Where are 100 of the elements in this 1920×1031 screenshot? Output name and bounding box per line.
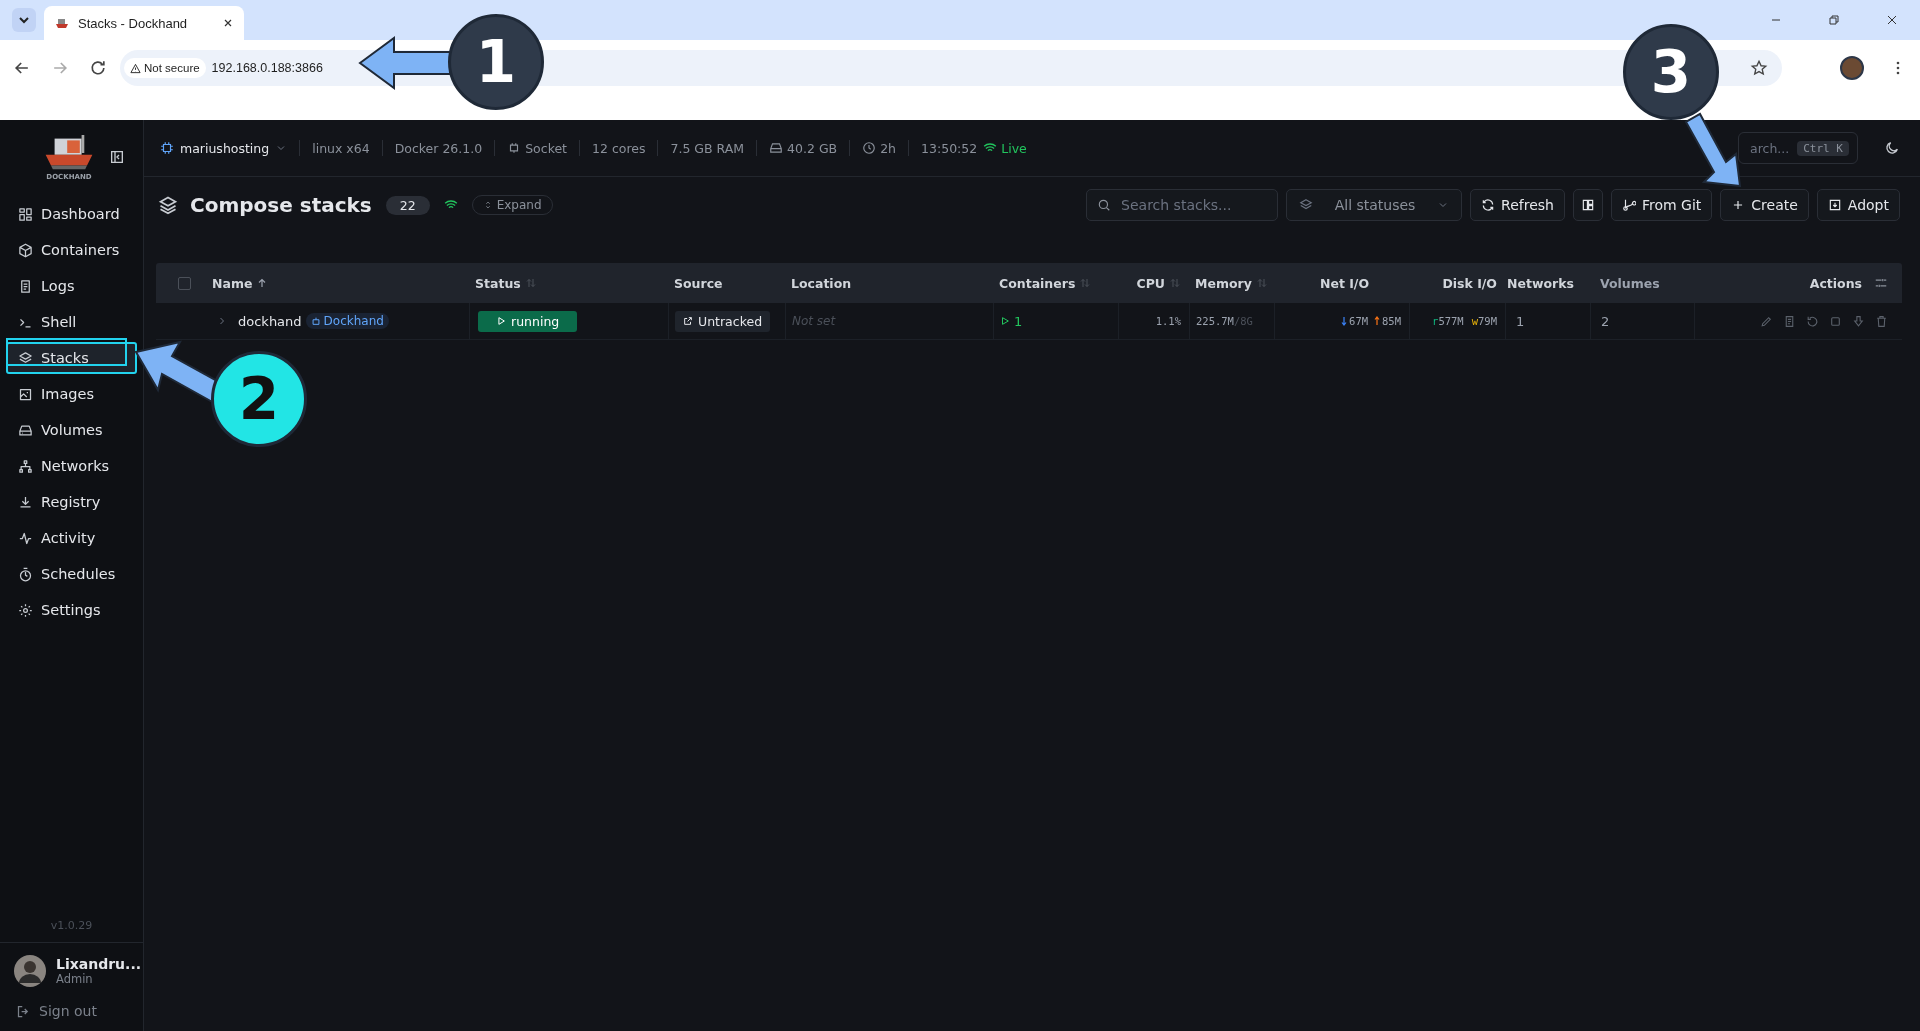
system-stat: Socket	[525, 140, 567, 156]
select-all-checkbox[interactable]	[177, 276, 191, 290]
sidebar-item[interactable]: Activity	[6, 522, 137, 554]
column-header: Source	[674, 275, 723, 291]
warning-icon	[130, 62, 141, 74]
sidebar-item[interactable]: Stacks	[6, 342, 137, 374]
layers-icon	[158, 195, 178, 215]
sidebar-item[interactable]: Logs	[6, 270, 137, 302]
chip-icon	[160, 141, 174, 155]
sidebar-item[interactable]: Networks	[6, 450, 137, 482]
network-icon	[18, 458, 33, 474]
layers-icon	[18, 350, 33, 366]
toolbar-button[interactable]: Adopt	[1816, 189, 1900, 221]
moon-icon[interactable]	[1884, 140, 1900, 156]
system-stat: 12 cores	[592, 140, 646, 156]
restart-icon[interactable]	[1806, 314, 1819, 328]
sidebar-item[interactable]: Settings	[6, 594, 137, 626]
avatar-icon	[14, 955, 46, 987]
browser-tab[interactable]: Stacks - Dockhand	[44, 6, 244, 40]
sidebar-item[interactable]: Registry	[6, 486, 137, 518]
host-selector[interactable]: mariushosting	[160, 140, 288, 156]
images-icon	[18, 386, 33, 402]
system-stat: 13:50:52	[921, 140, 978, 156]
tag-badge: Dockhand	[305, 313, 389, 329]
column-header[interactable]: Containers	[999, 275, 1076, 291]
system-stat: 40.2 GB	[787, 140, 838, 156]
sidebar-item[interactable]: Containers	[6, 234, 137, 266]
sidebar-item[interactable]: Volumes	[6, 414, 137, 446]
close-icon[interactable]	[222, 17, 234, 29]
column-header: Disk I/O	[1442, 275, 1497, 291]
column-header[interactable]: Name	[212, 275, 253, 291]
toolbar-button[interactable]: Create	[1720, 189, 1809, 221]
toolbar-button[interactable]: Refresh	[1470, 189, 1565, 221]
column-header: Volumes	[1600, 275, 1660, 291]
status-dropdown[interactable]: All statuses	[1286, 189, 1463, 221]
edit-icon[interactable]	[1760, 314, 1773, 328]
networks-cell: 1	[1516, 313, 1525, 329]
live-indicator: Live	[983, 140, 1027, 156]
system-stat: linux x64	[312, 140, 370, 156]
containers-count: 1	[1000, 313, 1023, 329]
step-number-badge: 2	[211, 351, 307, 447]
delete-icon[interactable]	[1875, 314, 1888, 328]
column-header: Location	[791, 275, 852, 291]
cube-icon	[18, 242, 33, 258]
search-field[interactable]: Search stacks...	[1086, 189, 1279, 221]
user-role: Admin	[56, 972, 94, 986]
column-header: Networks	[1507, 275, 1574, 291]
version-text: v1.0.29	[0, 919, 143, 943]
play-icon	[496, 316, 506, 326]
sidebar-toggle-icon[interactable]	[109, 149, 125, 165]
bookmark-star-icon[interactable]	[1750, 59, 1768, 77]
layout-toggle-button[interactable]	[1572, 189, 1603, 221]
cpu-cell: 1.1%	[1155, 315, 1181, 327]
search-field[interactable]: Search stacks...	[1119, 196, 1274, 214]
download-icon	[18, 494, 33, 510]
search-icon	[1097, 198, 1112, 212]
page-title: Compose stacks	[190, 193, 372, 217]
memory-cell: 225.7M/8G	[1196, 315, 1253, 327]
column-settings-icon[interactable]	[1874, 276, 1888, 290]
security-chip[interactable]: Not secure	[124, 58, 206, 78]
clock-icon	[862, 141, 877, 155]
status-badge: running	[478, 310, 578, 332]
stack-name[interactable]: dockhand	[238, 313, 302, 329]
arrow-down-icon	[1341, 315, 1348, 327]
net-out-cell: 85M	[1382, 315, 1401, 327]
sign-out-link[interactable]: Sign out	[0, 995, 143, 1031]
stop-icon[interactable]	[1829, 314, 1842, 328]
toolbar-button[interactable]: From Git	[1610, 189, 1713, 221]
column-header[interactable]: CPU	[1136, 275, 1165, 291]
column-header: Actions	[1809, 275, 1862, 291]
timer-icon	[18, 566, 33, 582]
sidebar-item[interactable]: Schedules	[6, 558, 137, 590]
restore-icon[interactable]	[1826, 12, 1842, 28]
scroll-icon[interactable]	[1783, 314, 1796, 328]
dashboard-icon	[18, 206, 33, 222]
disk-write-cell: w79M	[1471, 315, 1497, 327]
search-field[interactable]: arch... Ctrl K	[1738, 132, 1858, 164]
external-link-icon	[683, 316, 693, 326]
net-in-cell: 67M	[1349, 315, 1369, 327]
stack-count: 22	[385, 195, 430, 215]
system-stat: 2h	[880, 140, 897, 156]
down-icon[interactable]	[1852, 314, 1865, 328]
sidebar-item[interactable]: Images	[6, 378, 137, 410]
column-header[interactable]: Memory	[1195, 275, 1252, 291]
robot-icon	[310, 316, 321, 326]
user-name: Lixandru...	[56, 956, 141, 972]
sidebar-item[interactable]: Shell	[6, 306, 137, 338]
profile-avatar[interactable]	[1840, 56, 1864, 80]
column-header[interactable]: Status	[475, 275, 521, 291]
settings-icon	[18, 602, 33, 618]
reload-icon[interactable]	[88, 58, 108, 78]
location-cell: Not set	[792, 314, 836, 328]
sidebar-item[interactable]: Dashboard	[6, 198, 137, 230]
tab-list-button[interactable]	[12, 8, 36, 32]
tab-title: Stacks - Dockhand	[78, 15, 188, 31]
layout-icon	[1580, 198, 1595, 212]
play-icon	[1000, 316, 1010, 326]
scroll-icon	[18, 278, 33, 294]
refresh-icon	[1481, 198, 1496, 212]
drive-icon	[769, 141, 784, 155]
